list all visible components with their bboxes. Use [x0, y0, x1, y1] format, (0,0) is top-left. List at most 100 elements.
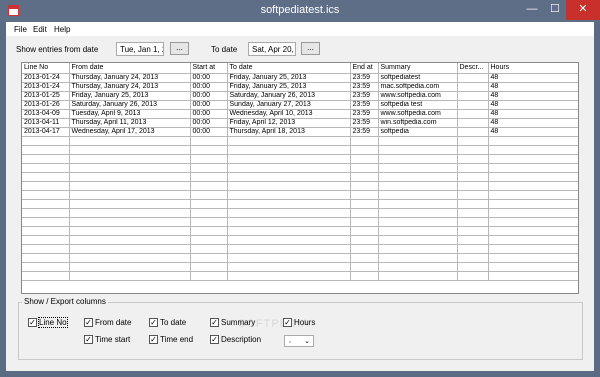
chevron-down-icon: ⌄ — [304, 338, 310, 345]
table-row[interactable]: 2013-04-11 Thursday, April 11, 2013 00:00 F… — [22, 118, 578, 128]
from-date-input[interactable]: Tue, Jan 1, 20 — [116, 42, 164, 56]
table-cell — [190, 244, 228, 254]
table-cell — [350, 271, 379, 281]
table-cell — [488, 199, 578, 209]
table-row-empty[interactable] — [22, 235, 578, 245]
table-cell: 48 — [488, 118, 578, 128]
table-cell — [190, 172, 228, 182]
table-cell — [488, 253, 578, 263]
table-row[interactable]: 2013-04-17 Wednesday, April 17, 2013 00:00… — [22, 127, 578, 137]
table-cell — [457, 262, 489, 272]
table-row-empty[interactable] — [22, 190, 578, 200]
table-cell — [22, 226, 70, 236]
checkbox-line-no-label: Line No — [38, 317, 68, 328]
checkbox-summary[interactable]: ✓ — [210, 318, 219, 327]
table-cell — [457, 100, 489, 110]
column-header[interactable]: End at — [350, 63, 379, 74]
table-cell — [378, 145, 458, 155]
table-cell — [378, 190, 458, 200]
table-row-empty[interactable] — [22, 244, 578, 254]
checkbox-to-date[interactable]: ✓ — [149, 318, 158, 327]
to-date-input[interactable]: Sat, Apr 20, 20 — [248, 42, 296, 56]
column-header[interactable]: Descr... — [457, 63, 489, 74]
checkbox-description[interactable]: ✓ — [210, 335, 219, 344]
column-header[interactable]: Start at — [190, 63, 228, 74]
table-row-empty[interactable] — [22, 253, 578, 263]
table-cell — [378, 262, 458, 272]
table-cell — [488, 154, 578, 164]
column-header[interactable]: Summary — [378, 63, 458, 74]
table-cell — [350, 226, 379, 236]
checkbox-line-no[interactable]: ✓ — [28, 318, 37, 327]
column-header[interactable]: Line No — [22, 63, 70, 74]
table-cell — [350, 163, 379, 173]
table-row[interactable]: 2013-04-09 Tuesday, April 9, 2013 00:00 Wed… — [22, 109, 578, 119]
close-button[interactable]: ✕ — [566, 0, 600, 20]
menu-edit[interactable]: Edit — [33, 25, 47, 34]
table-row-empty[interactable] — [22, 226, 578, 236]
checkbox-time-end[interactable]: ✓ — [149, 335, 158, 344]
table-cell — [488, 217, 578, 227]
checkbox-description-label: Description — [221, 335, 262, 344]
table-cell — [350, 253, 379, 263]
table-row-empty[interactable] — [22, 262, 578, 272]
table-cell — [227, 190, 351, 200]
table-cell: win.softpedia.com — [378, 118, 458, 128]
table-cell — [22, 253, 70, 263]
maximize-button[interactable]: ☐ — [544, 0, 566, 20]
table-row-empty[interactable] — [22, 199, 578, 209]
table-cell — [22, 199, 70, 209]
table-cell — [350, 262, 379, 272]
table-cell — [350, 217, 379, 227]
table-row-empty[interactable] — [22, 208, 578, 218]
table-cell: 2013-01-24 — [22, 82, 70, 92]
table-cell: Thursday, April 11, 2013 — [69, 118, 191, 128]
table-cell — [457, 181, 489, 191]
column-header[interactable]: From date — [69, 63, 191, 74]
events-grid[interactable]: Line No From date Start at To date End a… — [21, 62, 579, 294]
table-row-empty[interactable] — [22, 154, 578, 164]
table-row-empty[interactable] — [22, 136, 578, 146]
to-date-picker-button[interactable]: ... — [301, 42, 320, 55]
checkbox-time-start[interactable]: ✓ — [84, 335, 93, 344]
minimize-button[interactable]: — — [520, 0, 544, 20]
table-cell — [227, 145, 351, 155]
checkbox-time-start-label: Time start — [95, 335, 131, 344]
table-row[interactable]: 2013-01-24 Thursday, January 24, 2013 00:0… — [22, 82, 578, 92]
table-cell — [378, 154, 458, 164]
checkbox-from-date[interactable]: ✓ — [84, 318, 93, 327]
menu-help[interactable]: Help — [54, 25, 70, 34]
table-cell: Sunday, January 27, 2013 — [227, 100, 351, 110]
table-row[interactable]: 2013-01-24 Thursday, January 24, 2013 00:0… — [22, 73, 578, 83]
table-cell: www.softpedia.com — [378, 109, 458, 119]
column-header[interactable]: Hours — [488, 63, 578, 74]
table-cell — [488, 163, 578, 173]
table-cell — [457, 208, 489, 218]
table-cell — [190, 271, 228, 281]
table-row-empty[interactable] — [22, 172, 578, 182]
checkbox-time-end-label: Time end — [160, 335, 194, 344]
table-row-empty[interactable] — [22, 163, 578, 173]
column-header[interactable]: To date — [227, 63, 351, 74]
table-row-empty[interactable] — [22, 181, 578, 191]
title-bar[interactable]: softpediatest.ics — ☐ ✕ — [0, 0, 600, 22]
table-cell: 00:00 — [190, 118, 228, 128]
table-cell — [378, 244, 458, 254]
checkbox-hours[interactable]: ✓ — [283, 318, 292, 327]
table-row-empty[interactable] — [22, 271, 578, 281]
table-row-empty[interactable] — [22, 217, 578, 227]
from-date-picker-button[interactable]: ... — [170, 42, 189, 55]
events-table: Line No From date Start at To date End a… — [22, 63, 578, 281]
table-row[interactable]: 2013-01-26 Saturday, January 26, 2013 00:0… — [22, 100, 578, 110]
table-cell — [488, 136, 578, 146]
table-row-empty[interactable] — [22, 145, 578, 155]
table-cell — [22, 163, 70, 173]
separator-select[interactable]: , ⌄ — [284, 335, 314, 347]
table-cell: Friday, April 12, 2013 — [227, 118, 351, 128]
table-cell: 00:00 — [190, 82, 228, 92]
table-cell — [227, 271, 351, 281]
table-row[interactable]: 2013-01-25 Friday, January 25, 2013 00:00 S… — [22, 91, 578, 101]
menu-file[interactable]: File — [14, 25, 27, 34]
table-cell — [350, 244, 379, 254]
table-cell — [22, 208, 70, 218]
